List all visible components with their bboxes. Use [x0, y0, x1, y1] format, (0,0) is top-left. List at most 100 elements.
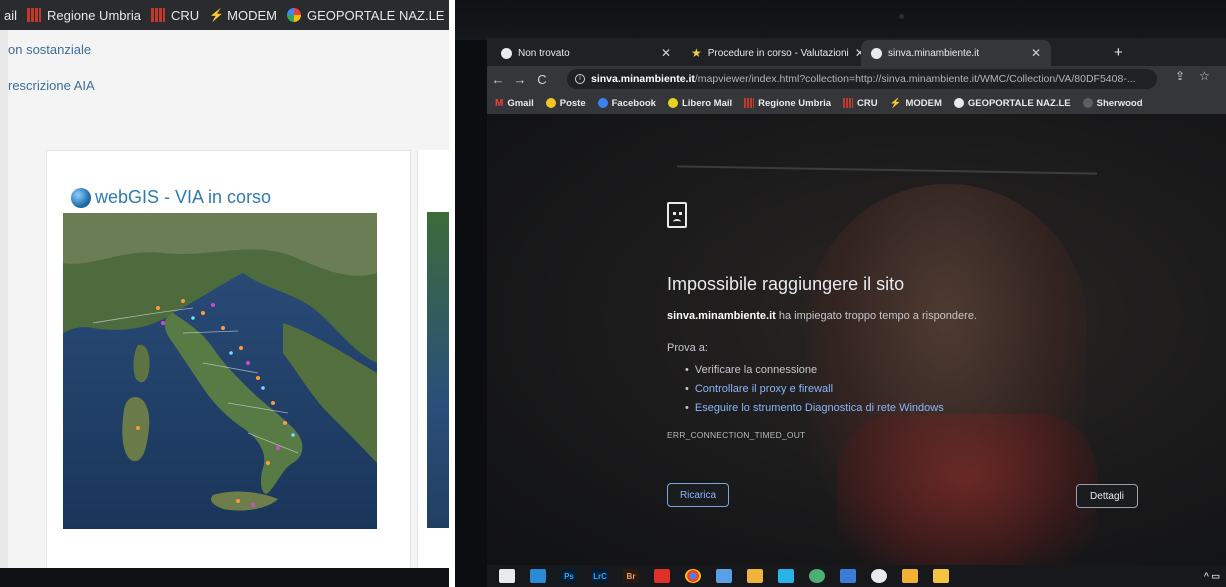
windows-start-icon[interactable]	[499, 569, 515, 583]
bookmark-cru[interactable]: CRU	[843, 98, 878, 109]
bookmark-label: GEOPORTALE NAZ.LE	[967, 97, 1071, 109]
forward-arrow-icon[interactable]: →	[509, 72, 531, 87]
details-button[interactable]: Dettagli	[1076, 484, 1138, 508]
bookmark-poste[interactable]: Poste	[545, 98, 586, 109]
info-icon[interactable]: i	[575, 74, 585, 84]
left-bookmark-modem[interactable]: ⚡ MODEM	[209, 8, 277, 23]
bullet-icon: •	[685, 382, 689, 395]
grid-icon	[744, 98, 755, 108]
reload-button[interactable]: Ricarica	[667, 483, 729, 507]
list-item: • Eseguire lo strumento Diagnostica di re…	[685, 398, 944, 417]
webgis-title-text: webGIS - VIA in corso	[95, 187, 272, 207]
webgis-card-secondary[interactable]	[417, 150, 449, 587]
link-prescrizione-aia[interactable]: rescrizione AIA	[8, 78, 95, 93]
error-code: ERR_CONNECTION_TIMED_OUT	[667, 430, 806, 440]
webgis-card[interactable]: webGIS - VIA in corso	[46, 150, 411, 587]
search-icon[interactable]	[530, 569, 546, 583]
reload-icon[interactable]: C	[531, 72, 553, 87]
try-label: Prova a:	[667, 342, 708, 354]
bookmark-star-icon[interactable]: ☆	[1199, 69, 1210, 83]
gmail-icon: M	[495, 97, 504, 109]
new-tab-button[interactable]: +	[1114, 44, 1123, 61]
app-icon[interactable]	[809, 569, 825, 583]
left-bookmarks-bar: ail Regione Umbria CRU ⚡ MODEM GEOPORTALE…	[0, 0, 449, 30]
tab-non-trovato[interactable]: Non trovato ✕	[491, 40, 681, 66]
screen-reflection	[837, 414, 1097, 565]
left-bookmark-mail[interactable]: ail	[4, 8, 17, 23]
italy-map[interactable]	[63, 213, 377, 529]
screenshot-collage: ail Regione Umbria CRU ⚡ MODEM GEOPORTALE…	[0, 0, 1226, 587]
address-bar[interactable]: i sinva.minambiente.it/mapviewer/index.h…	[567, 69, 1157, 89]
lightroom-icon[interactable]: LrC	[592, 569, 608, 583]
folder-icon[interactable]	[933, 569, 949, 583]
google-icon	[286, 8, 301, 22]
photoshop-icon[interactable]: Ps	[561, 569, 577, 583]
list-item: • Controllare il proxy e firewall	[685, 379, 944, 398]
bullet-icon: •	[685, 401, 689, 414]
error-page: Impossibile raggiungere il sito sinva.mi…	[487, 114, 1226, 565]
camera-dot	[899, 14, 904, 19]
taskbar: Ps LrC Br ^ ▭	[487, 565, 1226, 587]
grid-icon	[27, 8, 42, 22]
bookmark-gmail[interactable]: M Gmail	[495, 98, 534, 109]
system-tray[interactable]: ^ ▭	[1204, 571, 1220, 582]
globe-icon	[871, 47, 882, 59]
poste-icon	[545, 98, 556, 108]
sad-page-icon	[667, 202, 687, 228]
bookmark-label: Gmail	[507, 97, 534, 109]
star-icon: ★	[691, 46, 702, 60]
laptop-bezel	[455, 0, 1226, 40]
left-page: on sostanziale rescrizione AIA webGIS - …	[8, 30, 449, 587]
url-path: /mapviewer/index.html?collection=http://…	[694, 73, 1136, 85]
back-arrow-icon[interactable]: ←	[487, 72, 509, 87]
globe-icon	[71, 187, 91, 208]
bookmark-label: Libero Mail	[681, 97, 733, 109]
suggestion-link-proxy[interactable]: Controllare il proxy e firewall	[695, 383, 833, 395]
app-icon[interactable]	[871, 569, 887, 583]
bookmark-modem[interactable]: ⚡ MODEM	[890, 98, 942, 109]
chrome-icon[interactable]	[685, 569, 701, 583]
bookmark-label: Facebook	[611, 97, 656, 109]
suggestion-link-diagnostics[interactable]: Eseguire lo strumento Diagnostica di ret…	[695, 402, 944, 414]
plug-icon: ⚡	[889, 97, 902, 109]
left-bookmark-regione-umbria[interactable]: Regione Umbria	[27, 8, 141, 23]
share-icon[interactable]: ⇪	[1175, 69, 1185, 83]
app-icon[interactable]	[747, 569, 763, 583]
globe-icon	[501, 47, 512, 59]
google-icon	[953, 98, 964, 108]
bookmark-geoportale[interactable]: GEOPORTALE NAZ.LE	[953, 97, 1071, 109]
grid-icon	[843, 98, 853, 108]
libero-icon	[667, 98, 678, 108]
error-subtitle-rest: ha impiegato troppo tempo a rispondere.	[775, 310, 977, 322]
map-preview-secondary	[427, 212, 449, 528]
bookmark-sherwood[interactable]: Sherwood	[1082, 98, 1143, 109]
webgis-title[interactable]: webGIS - VIA in corso	[71, 187, 271, 208]
close-icon[interactable]: ✕	[661, 46, 671, 60]
url-host: sinva.minambiente.it	[591, 73, 695, 85]
app-icon[interactable]	[840, 569, 856, 583]
tab-title: Non trovato	[518, 47, 570, 59]
left-bookmark-geoportale[interactable]: GEOPORTALE NAZ.LE	[286, 8, 444, 23]
screen-reflection	[677, 165, 1097, 175]
bookmark-label: MODEM	[905, 97, 942, 109]
acrobat-icon[interactable]	[654, 569, 670, 583]
close-icon[interactable]: ✕	[1031, 46, 1041, 60]
error-host: sinva.minambiente.it	[667, 310, 776, 322]
list-item: • Verificare la connessione	[685, 360, 944, 379]
bookmark-label: Regione Umbria	[47, 7, 141, 23]
tab-title: Procedure in corso - Valutazioni	[707, 47, 849, 59]
app-icon[interactable]	[716, 569, 732, 583]
link-sostanziale[interactable]: on sostanziale	[8, 42, 91, 57]
left-bookmark-cru[interactable]: CRU	[150, 8, 199, 23]
browser-toolbar: ← → C i sinva.minambiente.it/mapviewer/i…	[487, 66, 1226, 92]
bookmark-facebook[interactable]: Facebook	[597, 97, 656, 109]
bookmark-regione-umbria[interactable]: Regione Umbria	[744, 98, 831, 109]
plug-icon: ⚡	[209, 8, 225, 22]
error-title: Impossibile raggiungere il sito	[667, 274, 905, 294]
tab-procedure[interactable]: ★ Procedure in corso - Valutazioni ✕	[681, 40, 865, 66]
bookmark-libero[interactable]: Libero Mail	[667, 97, 733, 109]
app-icon[interactable]	[778, 569, 794, 583]
tab-sinva[interactable]: sinva.minambiente.it ✕	[861, 40, 1051, 66]
app-icon[interactable]	[902, 569, 918, 583]
bridge-icon[interactable]: Br	[623, 569, 639, 583]
